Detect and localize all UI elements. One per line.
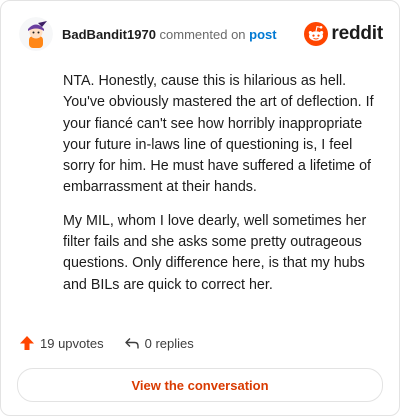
comment-body: NTA. Honestly, cause this is hilarious a… bbox=[63, 71, 383, 308]
reply-count: 0 replies bbox=[144, 335, 194, 351]
comment-paragraph: My MIL, whom I love dearly, well sometim… bbox=[63, 212, 367, 293]
byline-verb: commented on bbox=[159, 26, 246, 42]
replies-button[interactable]: 0 replies bbox=[124, 335, 194, 351]
username-link[interactable]: BadBandit1970 bbox=[62, 27, 156, 42]
comment-byline: BadBandit1970 commented on post bbox=[62, 27, 277, 42]
reddit-brand[interactable]: reddit bbox=[304, 22, 383, 46]
reddit-wordmark: reddit bbox=[331, 23, 383, 44]
comment-actions: 19 upvotes 0 replies bbox=[19, 333, 194, 353]
upvote-arrow-icon bbox=[20, 336, 34, 350]
avatar-icon bbox=[19, 17, 53, 51]
comment-paragraph: NTA. Honestly, cause this is hilarious a… bbox=[63, 73, 374, 196]
reply-arrow-icon bbox=[124, 338, 139, 349]
view-conversation-button[interactable]: View the conversation bbox=[17, 368, 383, 402]
user-avatar[interactable] bbox=[19, 17, 53, 51]
upvote-button[interactable]: 19 upvotes bbox=[19, 335, 104, 351]
comment-embed-card: BadBandit1970 commented on post reddit N… bbox=[0, 0, 400, 416]
reddit-logo-icon bbox=[304, 22, 329, 46]
upvote-count: 19 upvotes bbox=[40, 335, 104, 351]
post-link[interactable]: post bbox=[249, 27, 276, 42]
comment-header: BadBandit1970 commented on post reddit bbox=[19, 15, 383, 53]
